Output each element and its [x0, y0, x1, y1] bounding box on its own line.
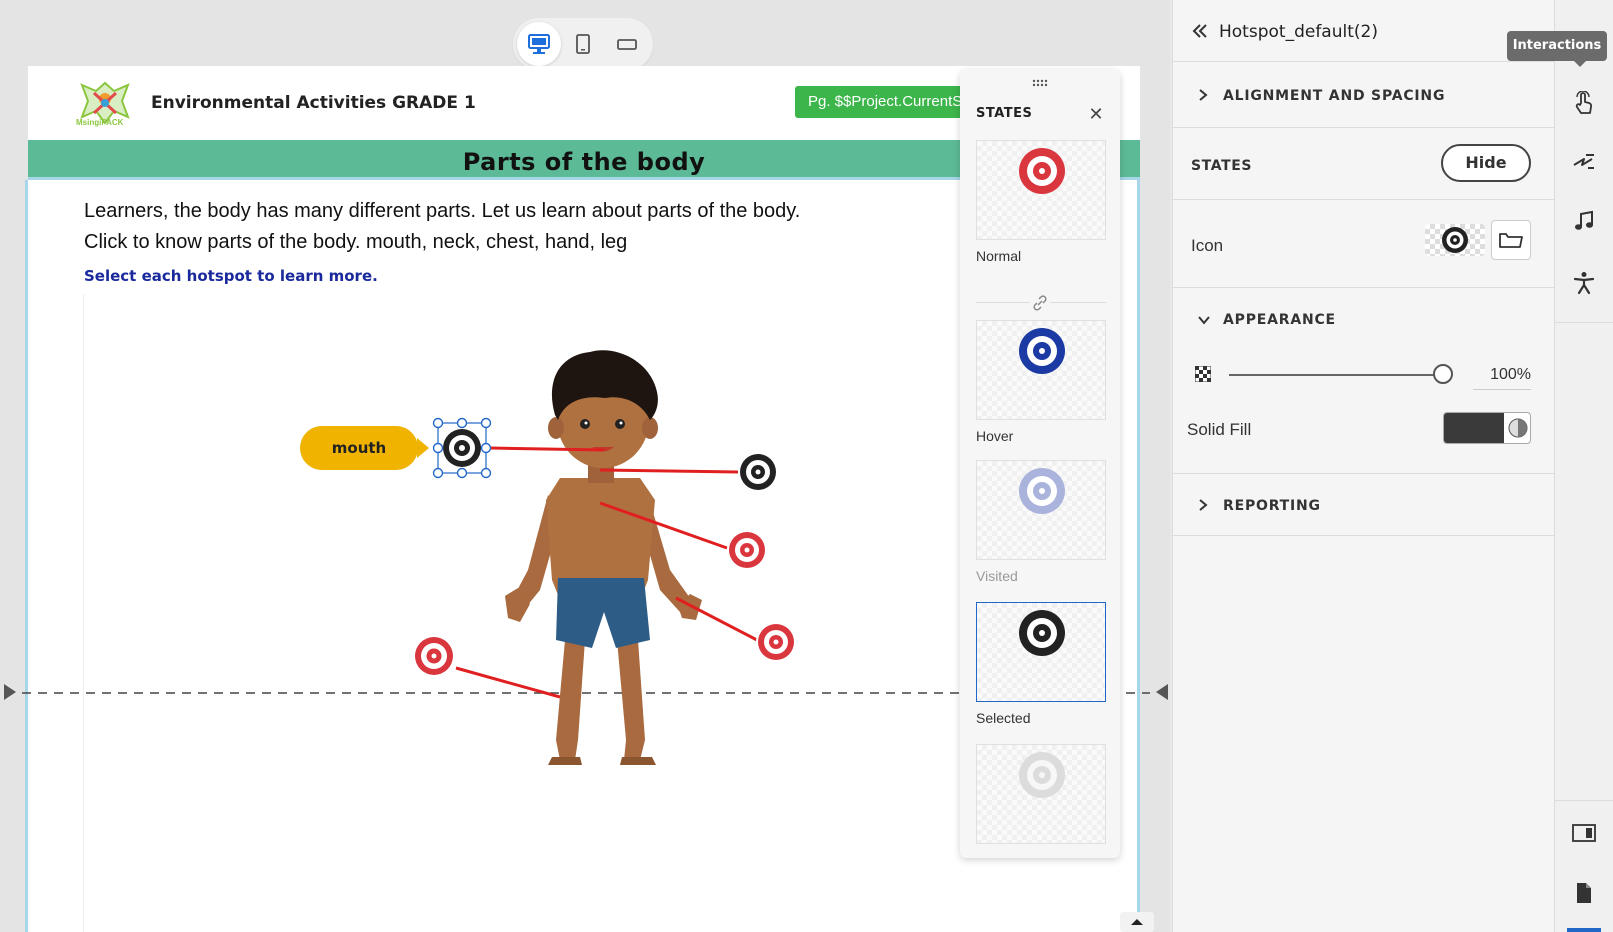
- slide-properties-button[interactable]: [1555, 810, 1613, 856]
- slide-properties-icon: [1572, 824, 1596, 842]
- states-panel: STATES ✕ Normal Hover Visited Selected: [960, 70, 1120, 858]
- audio-button[interactable]: [1555, 198, 1613, 244]
- section-alignment[interactable]: ALIGNMENT AND SPACING: [1173, 62, 1554, 128]
- effects-icon: [1573, 154, 1594, 169]
- section-appearance: APPEARANCE 100% Solid Fill: [1173, 288, 1554, 474]
- accessibility-button[interactable]: [1555, 260, 1613, 306]
- rail-divider: [1555, 322, 1613, 323]
- section-states: STATES Hide: [1173, 128, 1554, 200]
- fill-color-preview: [1444, 413, 1504, 443]
- state-label-selected: Selected: [976, 710, 1031, 726]
- properties-header: Hotspot_default(2): [1173, 0, 1554, 62]
- object-name: Hotspot_default(2): [1219, 22, 1378, 42]
- close-icon[interactable]: ✕: [1086, 104, 1106, 124]
- section-title-appearance: APPEARANCE: [1223, 312, 1336, 328]
- solid-fill-swatch[interactable]: [1443, 412, 1531, 444]
- hotspot-chest[interactable]: [727, 530, 767, 570]
- target-icon-visited: [1019, 468, 1065, 514]
- state-label-hover: Hover: [976, 428, 1014, 444]
- states-section-label: STATES: [1191, 158, 1253, 174]
- drag-handle-icon[interactable]: [1032, 78, 1048, 88]
- interactions-icon: [1575, 91, 1593, 114]
- rail-divider: [1555, 800, 1613, 801]
- state-tile-normal[interactable]: [976, 140, 1106, 240]
- target-icon-disabled: [1019, 752, 1065, 798]
- hotspot-label-mouth[interactable]: mouth: [300, 426, 418, 470]
- section-title-alignment: ALIGNMENT AND SPACING: [1223, 88, 1446, 104]
- chevron-right-icon: [1199, 89, 1208, 101]
- target-icon-hover: [1019, 328, 1065, 374]
- child-figure: [505, 350, 702, 765]
- rail-active-indicator: [1567, 928, 1601, 932]
- hotspot-leg[interactable]: [413, 635, 455, 677]
- chevron-down-icon[interactable]: [1197, 314, 1211, 326]
- section-reporting[interactable]: REPORTING: [1173, 474, 1554, 536]
- hide-states-button[interactable]: Hide: [1441, 144, 1531, 182]
- state-tile-hover[interactable]: [976, 320, 1106, 420]
- chevron-up-icon: [1131, 919, 1143, 925]
- state-tile-disabled[interactable]: [976, 744, 1106, 844]
- double-chevron-left-icon[interactable]: [1191, 22, 1209, 40]
- states-panel-title: STATES: [976, 106, 1033, 121]
- accessibility-icon: [1573, 272, 1595, 295]
- state-tile-visited[interactable]: [976, 460, 1106, 560]
- right-tool-rail: [1554, 0, 1613, 932]
- effects-button[interactable]: [1555, 138, 1613, 184]
- hotspot-label-pointer: [417, 438, 429, 458]
- icon-preview[interactable]: [1425, 224, 1485, 256]
- color-picker-icon: [1508, 418, 1528, 438]
- state-tile-selected[interactable]: [976, 602, 1106, 702]
- target-icon: [1442, 227, 1468, 253]
- interactions-tooltip: Interactions: [1507, 31, 1607, 61]
- interactions-button[interactable]: [1555, 80, 1613, 126]
- folder-icon: [1499, 233, 1523, 248]
- document-icon: [1577, 883, 1591, 903]
- opacity-icon: [1195, 366, 1211, 382]
- tooltip-pointer: [1574, 61, 1586, 67]
- hotspot-mouth[interactable]: [432, 417, 492, 479]
- section-title-reporting: REPORTING: [1223, 498, 1321, 514]
- guide-marker-right[interactable]: [1156, 684, 1168, 700]
- browse-icon-button[interactable]: [1491, 220, 1531, 260]
- audio-icon: [1575, 210, 1593, 230]
- hotspot-hand[interactable]: [756, 622, 796, 662]
- opacity-value-input[interactable]: 100%: [1473, 360, 1531, 390]
- state-label-normal: Normal: [976, 248, 1022, 264]
- properties-panel: Hotspot_default(2) ALIGNMENT AND SPACING…: [1172, 0, 1554, 932]
- target-icon-normal: [1019, 148, 1065, 194]
- section-icon: Icon: [1173, 200, 1554, 288]
- hotspot-neck[interactable]: [738, 452, 778, 492]
- opacity-slider-thumb[interactable]: [1433, 364, 1453, 384]
- document-button[interactable]: [1555, 870, 1613, 916]
- timeline-toggle-button[interactable]: [1120, 912, 1154, 932]
- chevron-right-icon: [1199, 499, 1208, 511]
- opacity-slider-track[interactable]: [1229, 374, 1439, 376]
- icon-field-label: Icon: [1191, 236, 1224, 255]
- target-icon-selected: [1019, 610, 1065, 656]
- guide-marker-left[interactable]: [4, 684, 16, 700]
- state-label-visited: Visited: [976, 568, 1018, 584]
- canvas-area: MsingiPACK Environmental Activities GRAD…: [0, 0, 1170, 932]
- link-icon[interactable]: [1030, 293, 1050, 313]
- solid-fill-label: Solid Fill: [1187, 420, 1252, 439]
